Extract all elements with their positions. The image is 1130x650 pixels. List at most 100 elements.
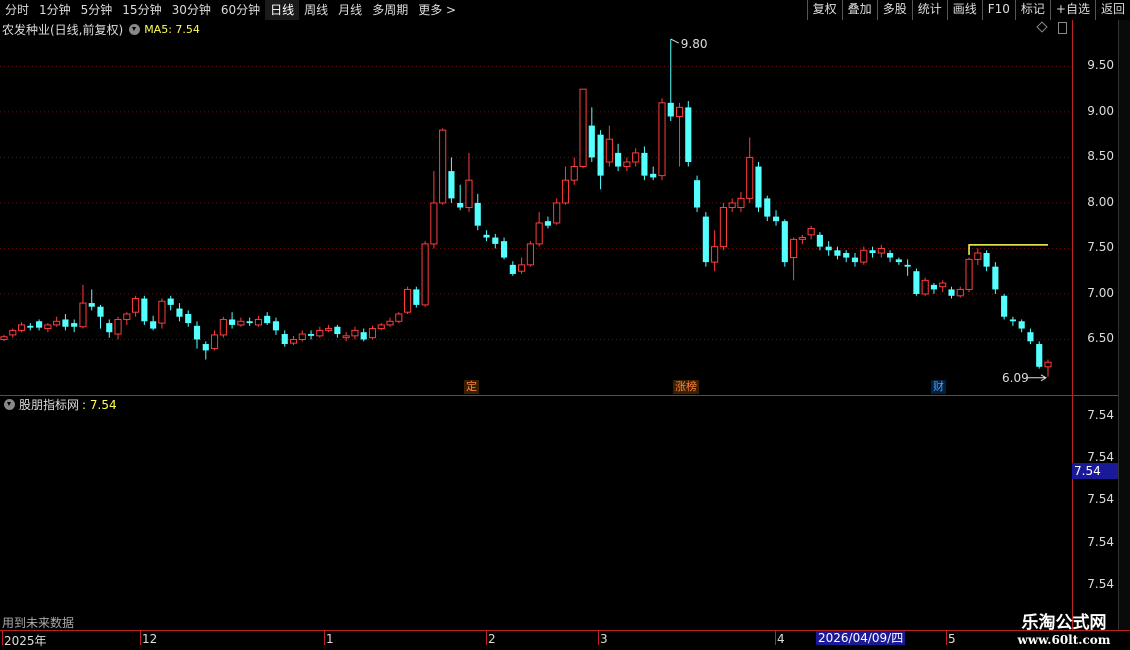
period-tab-1[interactable]: 1分钟	[34, 0, 76, 20]
candle-body-down	[597, 134, 604, 176]
candle-body-up	[210, 334, 219, 350]
tool-button-1[interactable]: 叠加	[841, 0, 877, 20]
candle-body-down	[685, 107, 692, 162]
tool-button-2[interactable]: 多股	[876, 0, 912, 20]
candle-body-up	[316, 329, 324, 337]
period-tab-7[interactable]: 周线	[299, 0, 333, 20]
candle-body-down	[483, 234, 490, 238]
candle-body-up	[132, 298, 140, 313]
period-tab-0[interactable]: 分时	[0, 0, 34, 20]
candlestick-chart[interactable]: 9.80 6.09	[0, 20, 1072, 395]
tool-button-3[interactable]: 统计	[911, 0, 947, 20]
candle-body-up	[535, 222, 543, 245]
candle-body-down	[904, 264, 911, 267]
candle-body-up	[728, 202, 736, 208]
candle-body-down	[264, 315, 271, 324]
future-data-note: 用到未来数据	[2, 616, 75, 630]
candle-body-down	[492, 237, 499, 244]
candle-body-up	[123, 313, 131, 320]
tool-button-7[interactable]: +自选	[1049, 0, 1095, 20]
price-axis: 9.50 9.00 8.50 8.00 7.50 7.00 6.50	[1072, 20, 1118, 395]
candle-body-up	[430, 202, 438, 245]
candle-body-up	[632, 152, 640, 163]
period-tab-9[interactable]: 多周期	[367, 0, 413, 20]
period-tab-4[interactable]: 30分钟	[167, 0, 216, 20]
candle-body-up	[956, 288, 964, 297]
price-tick-label: 7.50	[1087, 240, 1114, 255]
event-marker-ding[interactable]: 定	[464, 380, 479, 394]
candle-body-down	[272, 321, 280, 331]
indicator-dropdown-icon[interactable]	[4, 399, 15, 410]
candle-body-down	[229, 319, 236, 325]
event-marker-cai[interactable]: 财	[931, 380, 946, 394]
candle-body-up	[553, 202, 561, 224]
candle-body-up	[737, 197, 745, 208]
date-label: 12	[142, 632, 158, 646]
indicator-name[interactable]: 股朋指标网	[19, 396, 79, 413]
candle-body-up	[114, 318, 122, 335]
candle-body-down	[62, 319, 69, 327]
ma5-label: MA5: 7.54	[144, 22, 200, 36]
price-tick-label: 8.00	[1087, 194, 1114, 209]
candle-body-down	[281, 334, 288, 345]
date-axis: 2025年 12 1 2 3 4 5	[0, 630, 1130, 650]
stock-title: 农发种业(日线,前复权)	[2, 22, 124, 37]
watermark-url: www.60lt.com	[1017, 633, 1111, 647]
candle-body-down	[667, 102, 674, 117]
watermark-name: 乐淘公式网	[1021, 613, 1107, 633]
candle-body-up	[79, 302, 87, 328]
candle-body-down	[834, 250, 841, 256]
period-tab-2[interactable]: 5分钟	[76, 0, 118, 20]
dropdown-circle-icon[interactable]	[129, 23, 141, 35]
period-tab-6[interactable]: 日线	[265, 0, 300, 20]
candle-body-down	[106, 323, 113, 333]
candle-body-up	[579, 88, 587, 168]
candle-body-down	[544, 221, 552, 226]
candle-body-down	[71, 323, 78, 327]
high-price-label: 9.80	[681, 37, 708, 51]
candle-body-up	[17, 324, 26, 331]
period-tabs: 分时 1分钟 5分钟 15分钟 30分钟 60分钟 日线 周线 月线 多周期 更多 >	[0, 0, 461, 20]
candle-body-down	[474, 202, 481, 226]
candle-body-up	[377, 324, 385, 330]
candle-body-up	[658, 102, 666, 177]
candle-body-up	[939, 282, 947, 288]
candle-body-down	[307, 334, 315, 336]
candle-body-up	[237, 320, 245, 326]
candle-body-down	[150, 321, 157, 329]
period-tab-5[interactable]: 60分钟	[216, 0, 265, 20]
event-marker-zhangbang[interactable]: 涨榜	[673, 380, 699, 394]
tool-button-6[interactable]: 标记	[1014, 0, 1050, 20]
candle-body-down	[1036, 344, 1043, 367]
candle-body-down	[413, 289, 420, 305]
candle-body-down	[448, 171, 455, 199]
candle-body-down	[895, 259, 902, 263]
period-tab-10[interactable]: 更多 >	[413, 0, 461, 20]
tool-button-0[interactable]: 复权	[806, 0, 842, 20]
date-label: 1	[326, 632, 334, 646]
tool-button-4[interactable]: 画线	[946, 0, 982, 20]
candle-body-down	[185, 314, 192, 324]
period-tab-3[interactable]: 15分钟	[117, 0, 166, 20]
candle-body-down	[702, 216, 709, 263]
candle-body-up	[325, 328, 333, 331]
candle-body-up	[675, 106, 684, 117]
low-pointer	[1028, 374, 1047, 382]
tool-button-5[interactable]: F10	[981, 0, 1015, 20]
candle-body-up	[974, 252, 982, 260]
indicator-tick-label: 7.54	[1087, 535, 1114, 549]
candle-body-down	[193, 325, 201, 340]
candle-body-up	[921, 279, 929, 295]
scrollbar-thumb[interactable]	[1058, 22, 1067, 34]
date-tick	[140, 631, 141, 645]
candle-body-up	[403, 288, 412, 313]
watermark-logo: 乐淘公式网 www.60lt.com	[998, 608, 1130, 650]
candle-body-up	[421, 243, 429, 306]
side-panel-strip[interactable]	[1118, 20, 1130, 395]
date-tick	[598, 631, 599, 645]
candle-body-down	[948, 289, 955, 296]
indicator-tick-label: 7.54	[1087, 492, 1114, 506]
candle-body-down	[36, 321, 43, 328]
tool-button-8[interactable]: 返回	[1094, 0, 1130, 20]
period-tab-8[interactable]: 月线	[333, 0, 367, 20]
